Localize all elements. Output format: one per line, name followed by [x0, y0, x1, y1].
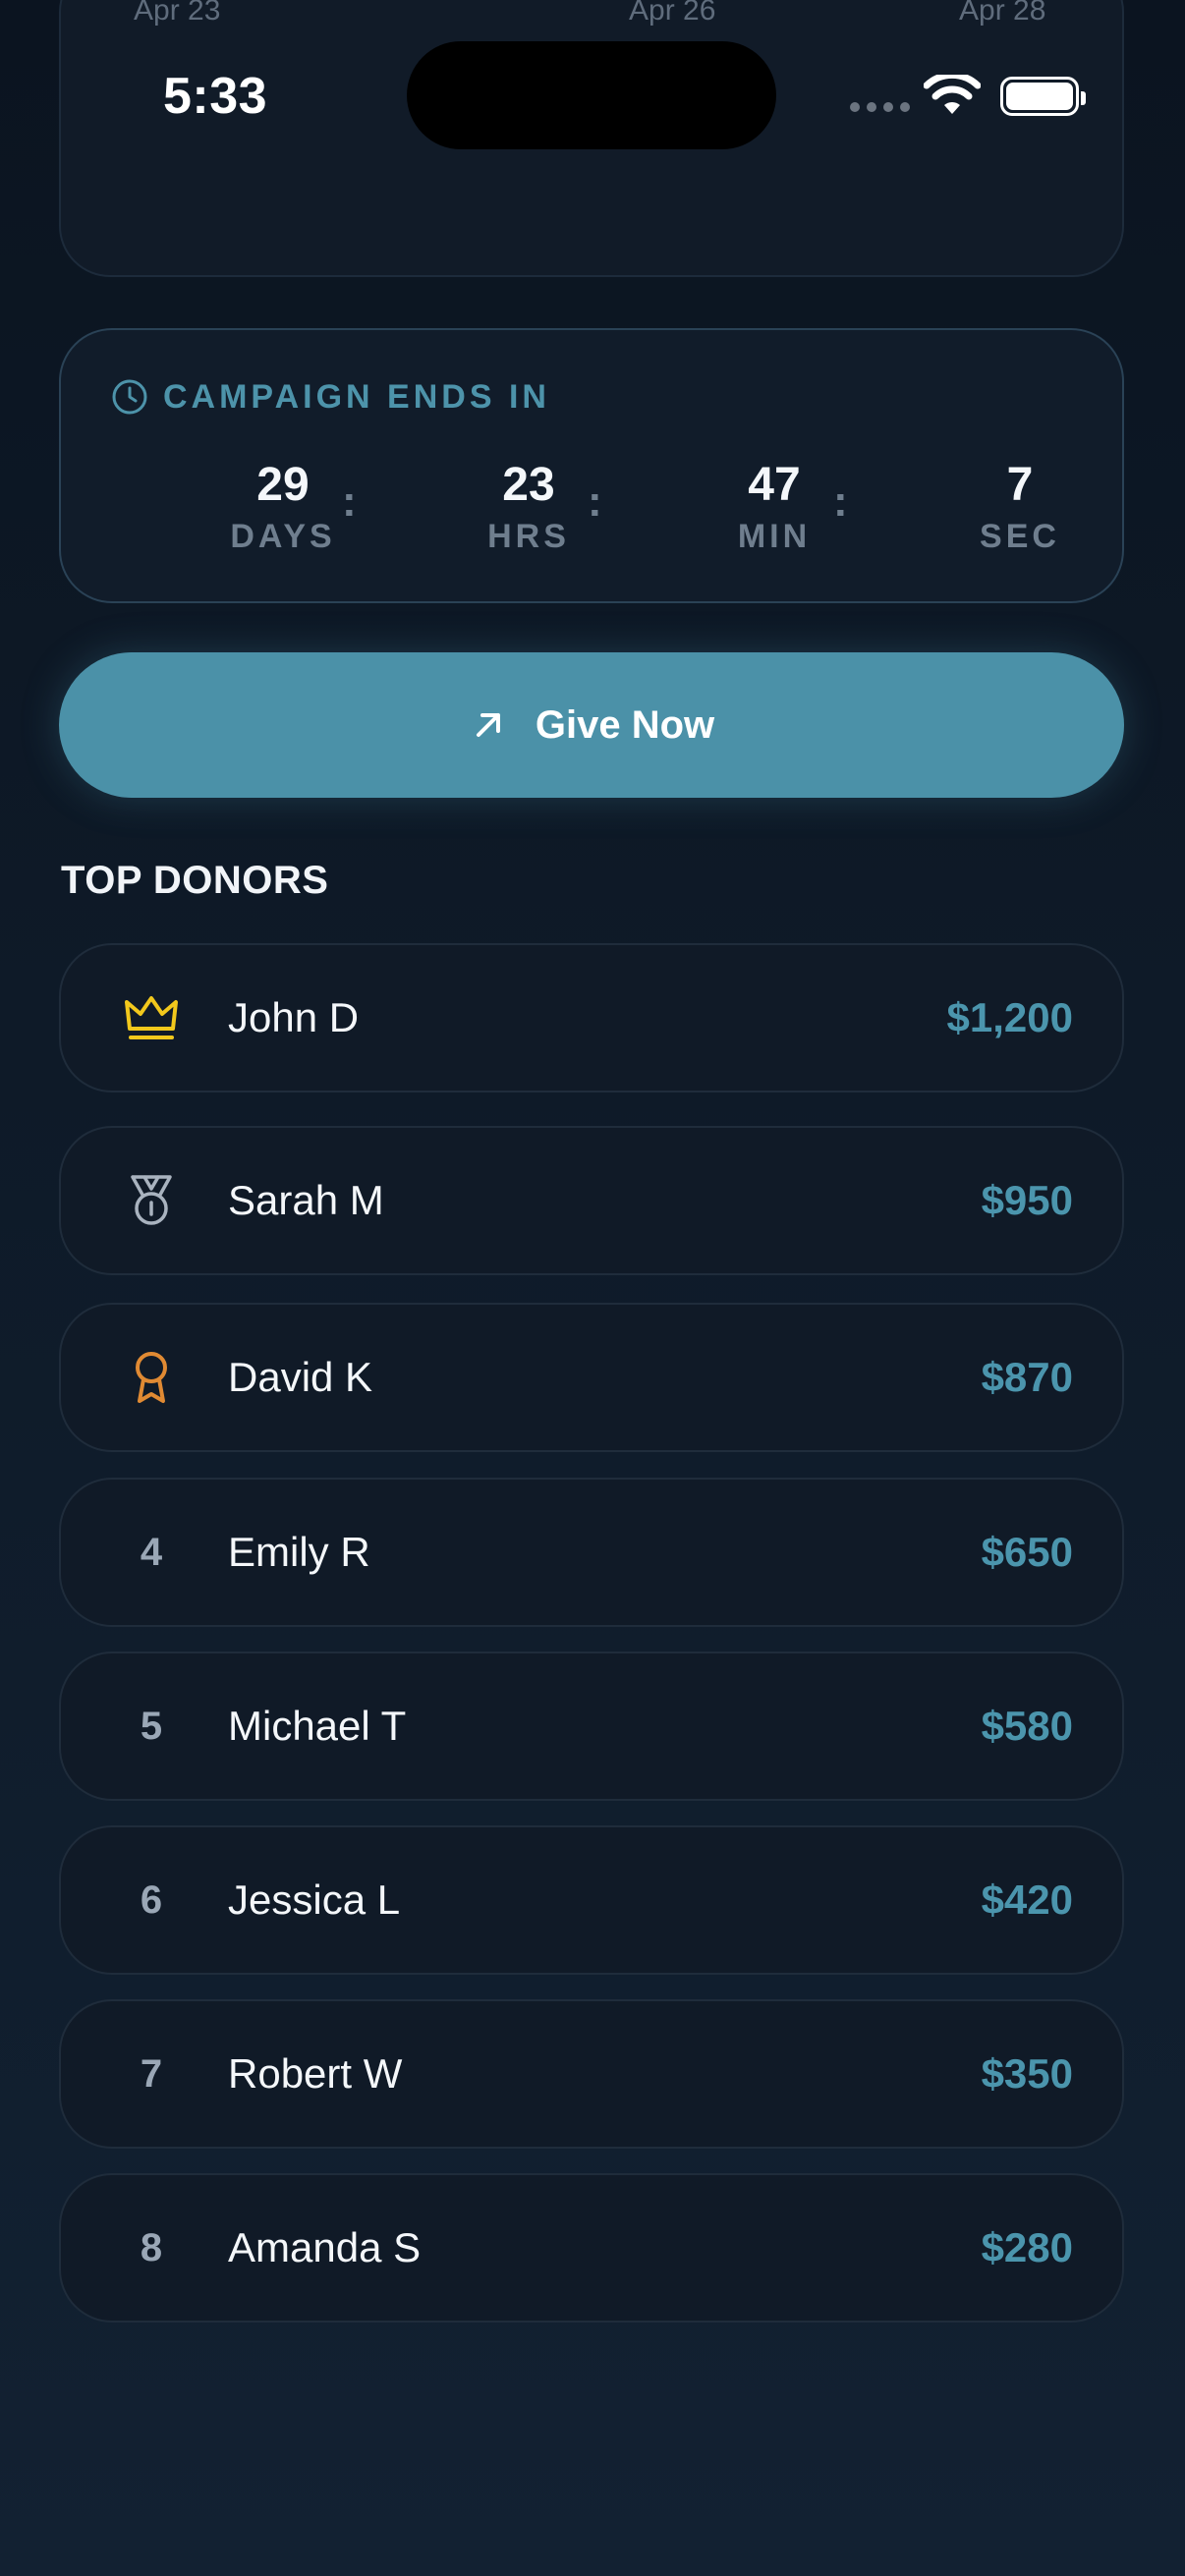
donor-row[interactable]: 6 Jessica L $420: [59, 1825, 1124, 1975]
countdown-seconds-label: SEC: [980, 518, 1060, 555]
countdown-separator: :: [588, 477, 602, 526]
give-now-button[interactable]: Give Now: [59, 652, 1124, 798]
countdown-seconds: 7 SEC: [922, 456, 1118, 558]
donor-name: Amanda S: [228, 2224, 422, 2270]
donor-amount: $1,200: [946, 994, 1073, 1040]
chart-x-tick-label: Apr 23: [134, 0, 221, 27]
donor-rank: 8: [140, 2225, 163, 2269]
campaign-countdown-card: CAMPAIGN ENDS IN 29 DAYS : 23 HRS : 47 M…: [59, 328, 1124, 603]
donor-amount: $420: [981, 1876, 1073, 1923]
donor-rank: 4: [140, 1530, 163, 1574]
donor-row[interactable]: 5 Michael T $580: [59, 1652, 1124, 1801]
countdown-header: CAMPAIGN ENDS IN: [110, 377, 550, 417]
dynamic-island: [407, 41, 776, 149]
countdown-separator: :: [833, 477, 848, 526]
countdown-separator: :: [342, 477, 357, 526]
status-time: 5:33: [163, 68, 268, 125]
countdown-title: CAMPAIGN ENDS IN: [163, 377, 550, 416]
donor-name: John D: [228, 994, 360, 1040]
donor-name: David K: [228, 1354, 373, 1400]
clock-icon: [112, 379, 147, 415]
donor-amount: $870: [981, 1354, 1073, 1400]
donor-row[interactable]: Sarah M $950: [59, 1126, 1124, 1275]
chart-x-tick-label: Apr 28: [959, 0, 1046, 27]
donor-name: Emily R: [228, 1529, 370, 1575]
donor-rank: 5: [140, 1704, 163, 1748]
bronze-award-icon: [136, 1352, 167, 1403]
give-now-label: Give Now: [535, 702, 715, 747]
donor-rank: [61, 1305, 242, 1450]
silver-medal-icon: [131, 1175, 172, 1225]
donor-amount: $650: [981, 1529, 1073, 1575]
donor-rank: 6: [140, 1877, 163, 1922]
donor-amount: $350: [981, 2050, 1073, 2097]
donor-name: Sarah M: [228, 1177, 384, 1223]
donor-amount: $280: [981, 2224, 1073, 2270]
donor-name: Jessica L: [228, 1876, 401, 1923]
donor-name: Michael T: [228, 1703, 407, 1749]
donor-row[interactable]: 4 Emily R $650: [59, 1478, 1124, 1627]
top-donors-title: TOP DONORS: [61, 859, 329, 902]
countdown-seconds-value: 7: [1006, 459, 1034, 511]
cellular-signal-icon: [850, 102, 910, 112]
arrow-up-right-icon: [476, 713, 500, 737]
countdown-units: 29 DAYS : 23 HRS : 47 MIN : 7 SEC: [61, 456, 1122, 564]
donor-amount: $950: [981, 1177, 1073, 1223]
donor-rank: [61, 1128, 242, 1273]
donor-row[interactable]: 8 Amanda S $280: [59, 2173, 1124, 2323]
donor-row[interactable]: David K $870: [59, 1303, 1124, 1452]
donor-amount: $580: [981, 1703, 1073, 1749]
donor-rank: [61, 945, 242, 1091]
wifi-icon: [924, 75, 981, 114]
donor-row[interactable]: John D $1,200: [59, 943, 1124, 1092]
donor-name: Robert W: [228, 2050, 403, 2097]
donor-rank: 7: [140, 2051, 163, 2096]
chart-x-tick-label: Apr 26: [629, 0, 716, 27]
donor-row[interactable]: 7 Robert W $350: [59, 1999, 1124, 2149]
crown-icon: [125, 996, 178, 1039]
battery-icon: [1000, 77, 1086, 116]
